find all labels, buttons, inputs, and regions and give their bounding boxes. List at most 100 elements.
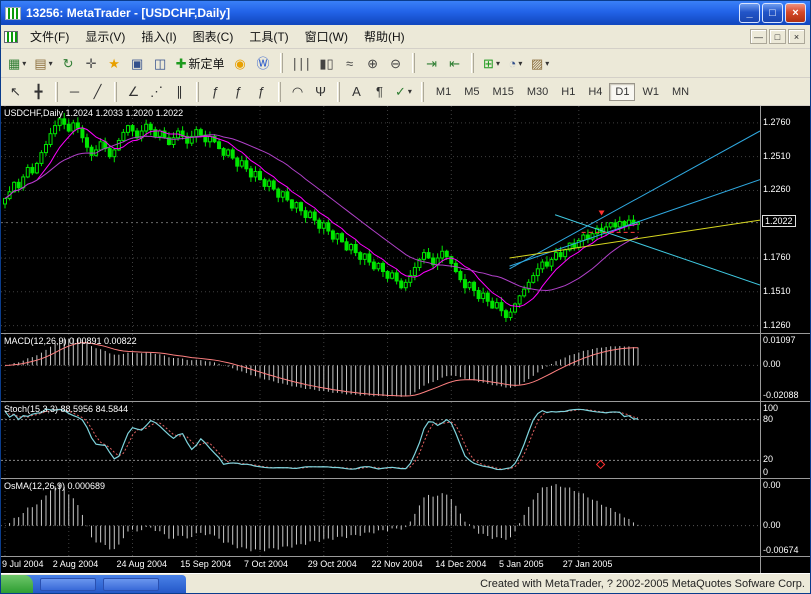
cycle-lines-button[interactable]: ◠	[286, 81, 309, 103]
zoom-in-button[interactable]: ⊕	[361, 52, 384, 74]
text-button[interactable]: A	[345, 81, 368, 103]
toolbar-separator	[280, 53, 283, 73]
time-axis-corner	[760, 557, 810, 573]
trendline-angle-button[interactable]: ∠	[122, 81, 145, 103]
new-order-icon: ✚	[176, 57, 187, 70]
auto-scroll-button[interactable]: ⇥	[420, 52, 443, 74]
menu-insert[interactable]: 插入(I)	[133, 25, 184, 48]
stochastic-panel[interactable]: Stoch(15,3,3) 88.5956 84.5844 10080200	[1, 402, 810, 479]
timeframe-w1-button[interactable]: W1	[636, 83, 665, 101]
fibo-expansion-button[interactable]: ƒ	[227, 81, 250, 103]
date-label: 29 Oct 2004	[308, 559, 357, 569]
taskbar-window-button[interactable]	[40, 578, 96, 591]
linear-regression-button[interactable]: ⋰	[145, 81, 168, 103]
andrews-pitchfork-icon: Ψ	[315, 85, 326, 98]
crosshair-cursor-button[interactable]: ✛	[80, 52, 103, 74]
timeframe-d1-button[interactable]: D1	[609, 83, 635, 101]
axis-label: 0.01097	[763, 335, 796, 345]
menu-view[interactable]: 显示(V)	[77, 25, 133, 48]
templates-icon: ▨	[531, 57, 543, 70]
main-chart-panel[interactable]: USDCHF,Daily 1.2024 1.2033 1.2020 1.2022…	[1, 106, 810, 334]
templates-button[interactable]: ▨▾	[527, 52, 553, 74]
timeframe-m1-button[interactable]: M1	[430, 83, 457, 101]
credit-text: Created with MetaTrader, ? 2002-2005 Met…	[480, 578, 805, 590]
axis-label: 1.1510	[763, 286, 791, 296]
start-button-fragment[interactable]	[1, 575, 33, 593]
timeframe-mn-button[interactable]: MN	[666, 83, 695, 101]
arrows-button[interactable]: ✓▾	[391, 81, 416, 103]
timeframe-m30-button[interactable]: M30	[521, 83, 554, 101]
equidistant-channel-button[interactable]: ∥	[168, 81, 191, 103]
minimize-button[interactable]: _	[739, 3, 760, 23]
line-chart-button[interactable]: ≈	[338, 52, 361, 74]
dropdown-caret-icon[interactable]: ▾	[408, 87, 412, 96]
new-order-button[interactable]: ✚新定单	[172, 52, 229, 74]
equidistant-channel-icon: ∥	[176, 85, 183, 98]
profiles-button[interactable]: ▤▾	[30, 52, 56, 74]
data-window-button[interactable]: ▣	[126, 52, 149, 74]
osma-plot[interactable]: OsMA(12,26,9) 0.000689	[1, 479, 760, 556]
dropdown-caret-icon[interactable]: ▾	[545, 59, 549, 68]
fibo-retracement-button[interactable]: ƒ	[204, 81, 227, 103]
metaquotes-icon: Ⓦ	[257, 57, 270, 70]
timeframe-h1-button[interactable]: H1	[555, 83, 581, 101]
cursor-icon: ↖	[10, 85, 21, 98]
child-close-button[interactable]: ×	[788, 29, 805, 44]
macd-plot[interactable]: MACD(12,26,9) 0.00891 0.00822	[1, 334, 760, 401]
dropdown-caret-icon[interactable]: ▾	[49, 59, 53, 68]
refresh-button[interactable]: ↻	[57, 52, 80, 74]
osma-panel[interactable]: OsMA(12,26,9) 0.000689 0.000.00-0.00674	[1, 479, 810, 557]
menu-tools[interactable]: 工具(T)	[241, 25, 296, 48]
periods-button[interactable]: ◔▾	[504, 52, 527, 74]
andrews-pitchfork-button[interactable]: Ψ	[309, 81, 332, 103]
date-label: 27 Jan 2005	[563, 559, 613, 569]
cursor-button[interactable]: ↖	[4, 81, 27, 103]
chart-shift-icon: ⇤	[449, 57, 460, 70]
main-chart-plot[interactable]: USDCHF,Daily 1.2024 1.2033 1.2020 1.2022	[1, 106, 760, 333]
horizontal-line-button[interactable]: ─	[63, 81, 86, 103]
child-restore-button[interactable]: □	[769, 29, 786, 44]
restore-button[interactable]: □	[762, 3, 783, 23]
chart-shift-button[interactable]: ⇤	[443, 52, 466, 74]
dropdown-caret-icon[interactable]: ▾	[496, 59, 500, 68]
menu-help[interactable]: 帮助(H)	[356, 25, 413, 48]
favorites-button[interactable]: ★	[103, 52, 126, 74]
taskbar-fragment[interactable]	[1, 575, 186, 593]
title-bar[interactable]: 13256: MetaTrader - [USDCHF,Daily] _□×	[1, 1, 810, 25]
macd-label: MACD(12,26,9) 0.00891 0.00822	[4, 336, 137, 346]
toolbar-separator	[471, 53, 474, 73]
menu-file[interactable]: 文件(F)	[22, 25, 77, 48]
menu-window[interactable]: 窗口(W)	[297, 25, 356, 48]
fibo-fan-icon: ƒ	[258, 85, 265, 98]
chart-area[interactable]: USDCHF,Daily 1.2024 1.2033 1.2020 1.2022…	[1, 106, 810, 573]
print-preview-button[interactable]: ◫	[149, 52, 172, 74]
close-button[interactable]: ×	[785, 3, 806, 23]
text-label-button[interactable]: ¶	[368, 81, 391, 103]
menu-charts[interactable]: 图表(C)	[185, 25, 242, 48]
metaquotes-button[interactable]: Ⓦ	[252, 52, 275, 74]
dropdown-caret-icon[interactable]: ▾	[518, 59, 522, 68]
indicators-button[interactable]: ⊞▾	[479, 52, 504, 74]
crosshair-button[interactable]: ╋	[27, 81, 50, 103]
trendline-button[interactable]: ╱	[86, 81, 109, 103]
zoom-out-icon: ⊖	[390, 57, 401, 70]
zoom-out-button[interactable]: ⊖	[384, 52, 407, 74]
fibo-fan-button[interactable]: ƒ	[250, 81, 273, 103]
timeframe-m15-button[interactable]: M15	[486, 83, 519, 101]
timeframe-m5-button[interactable]: M5	[458, 83, 485, 101]
stochastic-axis: 10080200	[760, 402, 810, 478]
axis-label: 100	[763, 403, 778, 413]
timeframe-h4-button[interactable]: H4	[582, 83, 608, 101]
print-preview-icon: ◫	[154, 57, 166, 70]
expert-advisors-button[interactable]: ◉	[229, 52, 252, 74]
zoom-in-icon: ⊕	[367, 57, 378, 70]
stochastic-plot[interactable]: Stoch(15,3,3) 88.5956 84.5844	[1, 402, 760, 478]
bar-chart-button[interactable]: ∣∣∣	[288, 52, 316, 74]
macd-panel[interactable]: MACD(12,26,9) 0.00891 0.00822 0.010970.0…	[1, 334, 810, 402]
taskbar-window-button[interactable]	[103, 578, 159, 591]
candlestick-chart-button[interactable]: ▮▯	[315, 52, 338, 74]
axis-label: 80	[763, 414, 773, 424]
new-chart-button[interactable]: ▦▾	[4, 52, 30, 74]
dropdown-caret-icon[interactable]: ▾	[22, 59, 26, 68]
child-minimize-button[interactable]: —	[750, 29, 767, 44]
